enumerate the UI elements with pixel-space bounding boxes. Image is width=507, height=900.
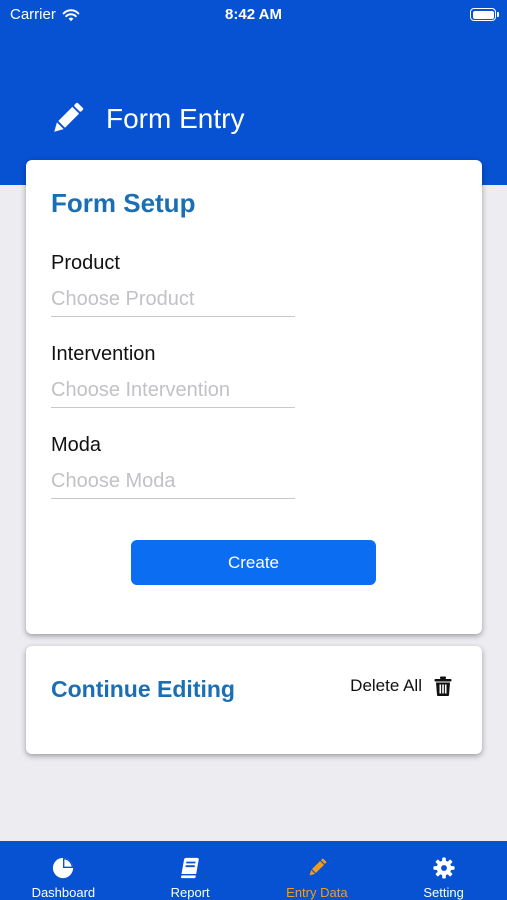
status-time: 8:42 AM [225,6,282,23]
delete-all-label: Delete All [350,676,422,695]
page-title: Form Entry [106,103,245,134]
tab-entry-data-label: Entry Data [286,885,348,900]
create-button[interactable]: Create [131,540,376,585]
form-setup-heading: Form Setup [51,188,196,218]
product-field: Product [51,252,295,317]
gear-icon [433,857,455,879]
form-setup-card: Form Setup Product Intervention Moda Cre… [26,160,482,634]
trash-icon [434,676,452,696]
book-icon [181,857,199,879]
intervention-field: Intervention [51,343,295,408]
tab-dashboard-label: Dashboard [31,885,96,900]
product-label: Product [51,252,120,274]
intervention-input[interactable] [51,374,295,408]
tab-report[interactable]: Report [127,841,254,900]
pencil-icon [54,102,84,132]
status-bar: Carrier 8:42 AM [0,0,507,30]
tab-dashboard[interactable]: Dashboard [0,841,127,900]
intervention-label: Intervention [51,343,156,365]
continue-editing-card: Continue Editing Delete All [26,646,482,754]
moda-label: Moda [51,434,102,456]
header-bar: Carrier 8:42 AM Form Entry [0,0,507,185]
tab-setting-label: Setting [423,885,464,900]
pencil-icon [309,858,327,876]
pie-chart-icon [53,857,74,879]
header-title-row: Form Entry [48,100,244,138]
delete-all-button[interactable]: Delete All [350,676,452,696]
tab-setting[interactable]: Setting [380,841,507,900]
moda-input[interactable] [51,465,295,499]
battery-icon [470,8,499,21]
continue-editing-heading: Continue Editing [51,676,235,702]
moda-field: Moda [51,434,295,499]
tab-report-label: Report [170,885,210,900]
tab-entry-data[interactable]: Entry Data [254,841,381,900]
product-input[interactable] [51,283,295,317]
tab-bar: Dashboard Report Entry Data Setting [0,841,507,900]
